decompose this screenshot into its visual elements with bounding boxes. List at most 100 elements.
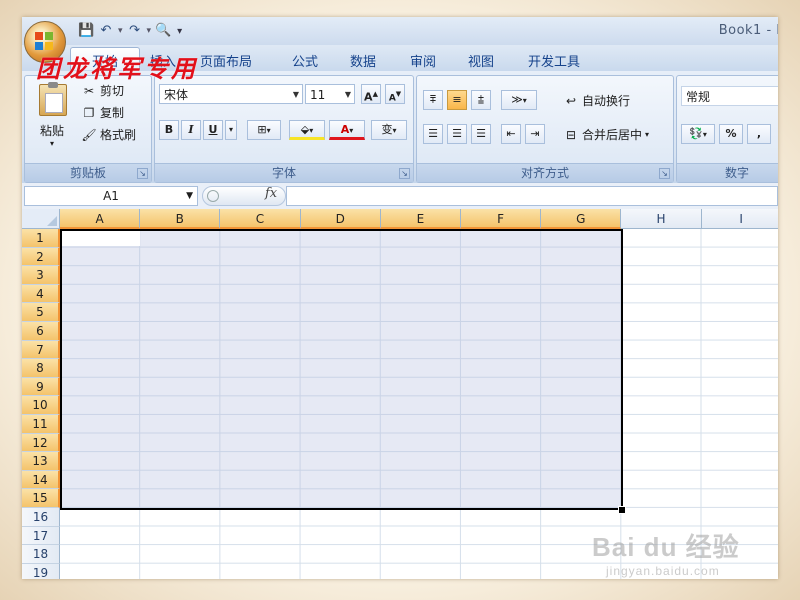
font-group-label: 字体 — [155, 163, 413, 182]
font-name-select[interactable]: 宋体 ▼ — [159, 84, 303, 104]
clipboard-launcher-icon[interactable]: ↘ — [137, 168, 148, 179]
tab-formulas[interactable]: 公式 — [292, 51, 318, 70]
column-header-a[interactable]: A — [60, 209, 141, 229]
number-format-select[interactable]: 常规 — [681, 86, 778, 106]
column-header-b[interactable]: B — [140, 209, 221, 229]
redo-dropdown-icon[interactable]: ▾ — [147, 26, 152, 36]
row-header-3[interactable]: 3 — [22, 266, 60, 285]
row-header-2[interactable]: 2 — [22, 247, 60, 267]
fill-handle[interactable] — [618, 506, 627, 514]
shrink-font-label: A — [388, 93, 396, 104]
row-header-7[interactable]: 7 — [22, 340, 60, 360]
align-left-icon: ☰ — [428, 127, 438, 140]
align-middle-icon: ≡ — [452, 93, 462, 106]
align-right-icon: ☰ — [476, 127, 486, 140]
shrink-font-button[interactable]: A▼ — [385, 84, 405, 104]
row-header-9[interactable]: 9 — [22, 377, 60, 397]
format-painter-button[interactable]: 🖌 格式刷 — [81, 126, 136, 143]
row-header-19[interactable]: 19 — [22, 563, 60, 579]
window-title: Book1 - M — [718, 23, 778, 38]
format-painter-label: 格式刷 — [100, 128, 137, 142]
row-header-18[interactable]: 18 — [22, 545, 60, 564]
number-format-value: 常规 — [686, 90, 711, 104]
percent-button[interactable]: % — [719, 124, 743, 144]
increase-indent-button[interactable]: ⇥ — [525, 124, 545, 144]
align-top-button[interactable]: ⩱ — [423, 90, 443, 110]
row-header-1[interactable]: 1 — [22, 229, 60, 248]
insert-function-icon[interactable]: fx — [265, 186, 277, 201]
wrap-text-label: 自动换行 — [582, 94, 631, 108]
font-size-select[interactable]: 11 ▼ — [305, 84, 355, 104]
customize-qat-icon[interactable]: ▾ — [177, 26, 182, 37]
undo-icon[interactable]: ↶ — [98, 23, 114, 39]
print-preview-icon[interactable]: 🔍 — [155, 23, 171, 39]
row-header-13[interactable]: 13 — [22, 452, 60, 471]
align-middle-button[interactable]: ≡ — [447, 90, 467, 110]
tab-page-layout[interactable]: 页面布局 — [200, 51, 252, 70]
align-right-button[interactable]: ☰ — [471, 124, 491, 144]
align-left-button[interactable]: ☰ — [423, 124, 443, 144]
column-header-e[interactable]: E — [380, 209, 461, 229]
row-header-15[interactable]: 15 — [22, 489, 60, 508]
baidu-url-text: jingyan.baidu.com — [606, 564, 720, 578]
save-icon[interactable]: 💾 — [78, 23, 94, 39]
orientation-button[interactable]: ≫▾ — [501, 90, 537, 110]
row-header-14[interactable]: 14 — [22, 470, 60, 490]
column-header-f[interactable]: F — [461, 209, 542, 229]
grow-font-label: A — [364, 90, 373, 104]
row-header-16[interactable]: 16 — [22, 508, 60, 527]
merge-center-button[interactable]: ⊟ 合并后居中 ▾ — [563, 126, 649, 143]
wrap-text-icon: ↩ — [565, 93, 577, 108]
formula-input[interactable] — [286, 186, 778, 206]
font-color-label: A — [340, 123, 350, 136]
cut-button[interactable]: ✂ 剪切 — [81, 82, 124, 99]
row-header-10[interactable]: 10 — [22, 396, 60, 415]
column-header-g[interactable]: G — [541, 209, 622, 229]
accounting-format-button[interactable]: 💱▾ — [681, 124, 715, 144]
currency-icon: 💱 — [689, 127, 703, 140]
borders-button[interactable]: ⊞▾ — [247, 120, 281, 140]
wrap-text-button[interactable]: ↩ 自动换行 — [563, 92, 630, 109]
alignment-launcher-icon[interactable]: ↘ — [659, 168, 670, 179]
quick-access-toolbar: 💾 ↶ ▾ ↷ ▾ 🔍 ▾ — [78, 22, 182, 40]
phonetic-button[interactable]: 变▾ — [371, 120, 407, 140]
row-header-6[interactable]: 6 — [22, 322, 60, 341]
row-header-17[interactable]: 17 — [22, 526, 60, 546]
column-header-i[interactable]: I — [701, 209, 778, 229]
tab-data[interactable]: 数据 — [350, 51, 376, 70]
decrease-indent-button[interactable]: ⇤ — [501, 124, 521, 144]
row-header-4[interactable]: 4 — [22, 284, 60, 304]
italic-button[interactable]: I — [181, 120, 201, 140]
row-header-12[interactable]: 12 — [22, 433, 60, 453]
row-header-11[interactable]: 11 — [22, 415, 60, 434]
tab-developer[interactable]: 开发工具 — [528, 51, 580, 70]
underline-dropdown-icon[interactable]: ▾ — [225, 120, 237, 140]
align-bottom-button[interactable]: ⩲ — [471, 90, 491, 110]
selected-range[interactable] — [60, 229, 624, 510]
fill-color-button[interactable]: ⬙▾ — [289, 120, 325, 140]
select-all-button[interactable] — [22, 209, 60, 229]
align-center-button[interactable]: ☰ — [447, 124, 467, 144]
tab-review[interactable]: 审阅 — [410, 51, 436, 70]
merge-center-label: 合并后居中 — [582, 128, 643, 142]
paste-button[interactable]: 粘贴 ▾ — [31, 82, 75, 148]
column-header-d[interactable]: D — [300, 209, 381, 229]
underline-button[interactable]: U — [203, 120, 223, 140]
redo-icon[interactable]: ↷ — [127, 23, 143, 39]
copy-button[interactable]: ❐ 复制 — [81, 104, 124, 121]
align-bottom-icon: ⩲ — [477, 93, 485, 106]
bold-button[interactable]: B — [159, 120, 179, 140]
font-color-button[interactable]: A▾ — [329, 120, 365, 140]
tab-view[interactable]: 视图 — [468, 51, 494, 70]
row-header-8[interactable]: 8 — [22, 359, 60, 378]
name-box[interactable]: A1 ▼ — [24, 186, 198, 206]
row-header-5[interactable]: 5 — [22, 303, 60, 322]
font-launcher-icon[interactable]: ↘ — [399, 168, 410, 179]
column-header-c[interactable]: C — [220, 209, 301, 229]
active-cell[interactable] — [62, 231, 140, 246]
phonetic-label: 变 — [381, 123, 393, 136]
undo-dropdown-icon[interactable]: ▾ — [118, 26, 123, 36]
comma-button[interactable]: , — [747, 124, 771, 144]
column-header-h[interactable]: H — [621, 209, 702, 229]
grow-font-button[interactable]: A▲ — [361, 84, 381, 104]
